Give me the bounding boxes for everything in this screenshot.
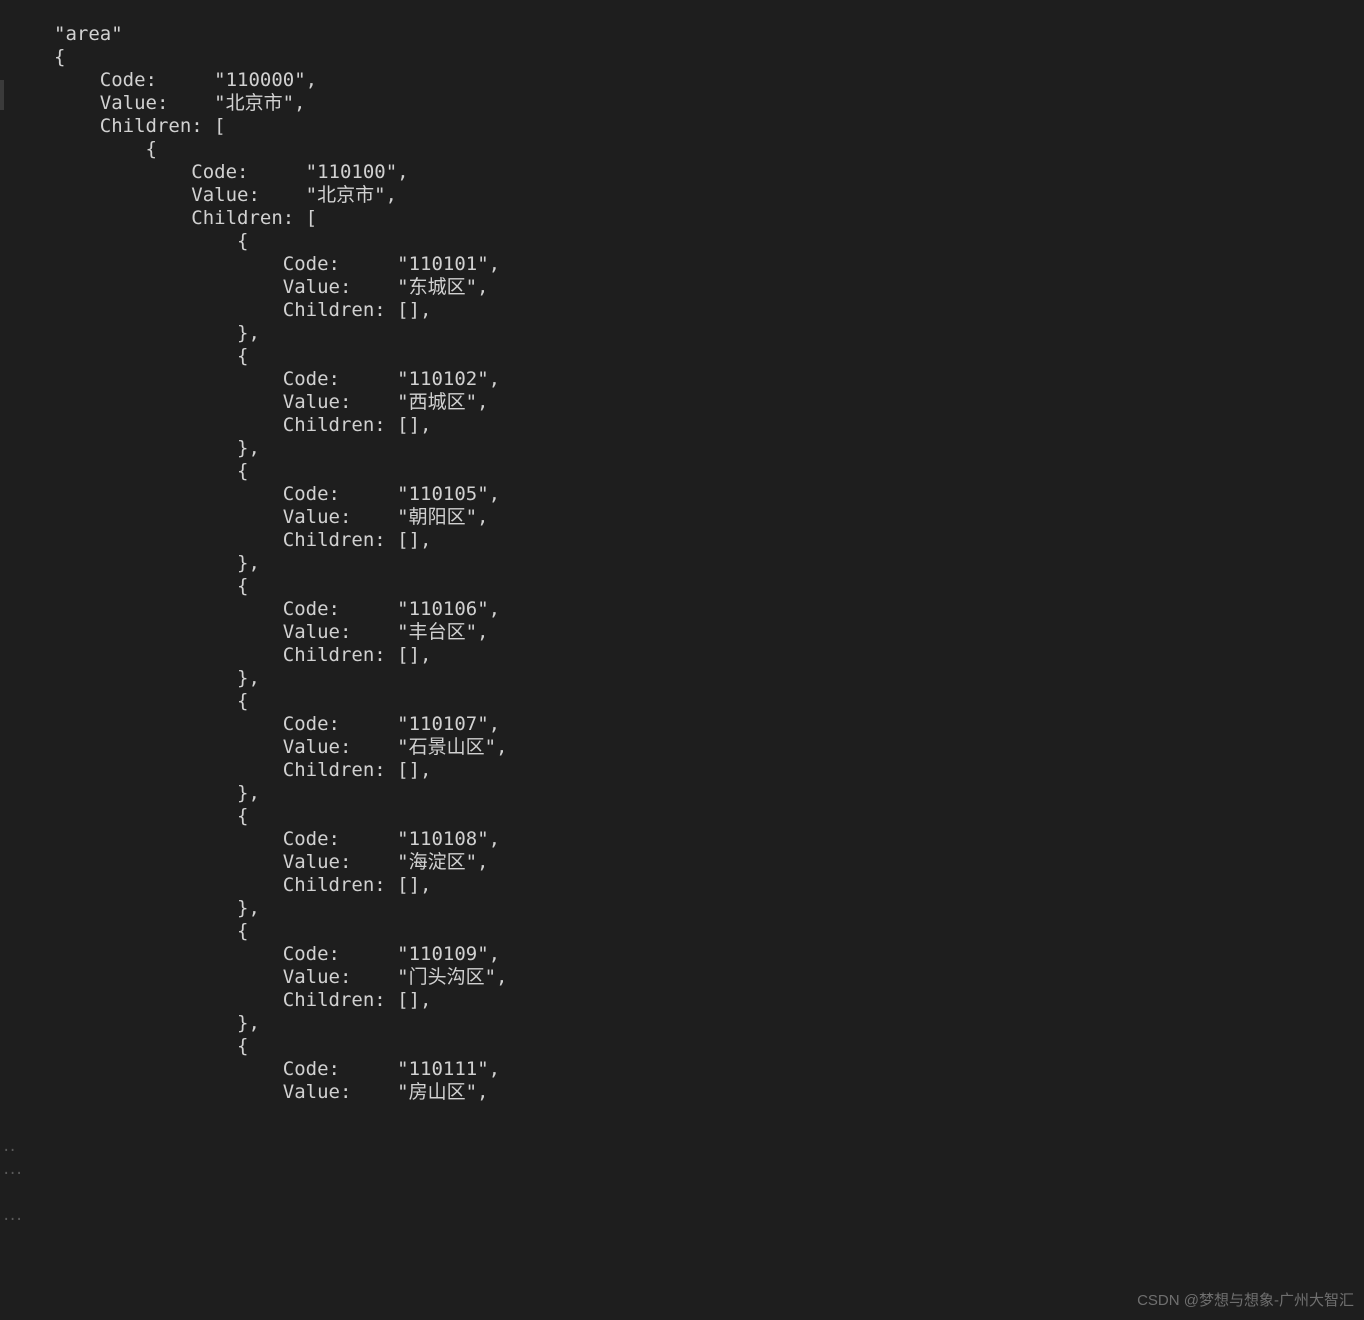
code-line: }, <box>54 897 260 919</box>
code-line: Value: "朝阳区", <box>54 506 489 528</box>
code-line: Code: "110000", <box>54 69 317 91</box>
code-line: Value: "房山区", <box>54 1081 489 1103</box>
code-line: Children: [ <box>54 115 226 137</box>
current-line-indicator <box>0 80 4 110</box>
code-line: Children: [], <box>54 644 432 666</box>
code-line: Code: "110106", <box>54 598 500 620</box>
code-line: Code: "110109", <box>54 943 500 965</box>
code-line: Children: [], <box>54 759 432 781</box>
code-line: Children: [], <box>54 414 432 436</box>
code-line: Children: [ <box>54 207 317 229</box>
editor-gutter: .. ... ... <box>0 0 20 1320</box>
code-area[interactable]: "area" { Code: "110000", Value: "北京市", C… <box>20 0 1364 1320</box>
watermark-text: CSDN @梦想与想象-广州大智汇 <box>1137 1289 1354 1312</box>
code-line: { <box>54 805 248 827</box>
gutter-fold-marker[interactable]: ... <box>2 1205 21 1228</box>
code-line: Value: "门头沟区", <box>54 966 508 988</box>
code-line: Children: [], <box>54 989 432 1011</box>
code-line: Value: "石景山区", <box>54 736 508 758</box>
code-line: { <box>54 46 65 68</box>
code-line: }, <box>54 552 260 574</box>
code-line: }, <box>54 322 260 344</box>
code-line: }, <box>54 1012 260 1034</box>
code-editor[interactable]: .. ... ... "area" { Code: "110000", Valu… <box>0 0 1364 1320</box>
code-line: { <box>54 345 248 367</box>
code-line: Code: "110108", <box>54 828 500 850</box>
code-line: Value: "西城区", <box>54 391 489 413</box>
code-line: { <box>54 230 248 252</box>
code-line: Value: "北京市", <box>54 184 397 206</box>
code-line: { <box>54 690 248 712</box>
code-line: Value: "北京市", <box>54 92 305 114</box>
code-line: Code: "110101", <box>54 253 500 275</box>
code-line: Code: "110111", <box>54 1058 500 1080</box>
code-line: { <box>54 575 248 597</box>
code-line: Value: "东城区", <box>54 276 489 298</box>
code-line: { <box>54 920 248 942</box>
code-line: Value: "海淀区", <box>54 851 489 873</box>
code-line: Children: [], <box>54 299 432 321</box>
code-line: Value: "丰台区", <box>54 621 489 643</box>
code-line: Code: "110100", <box>54 161 409 183</box>
code-line: Code: "110102", <box>54 368 500 390</box>
code-line: Code: "110107", <box>54 713 500 735</box>
code-line: { <box>54 460 248 482</box>
code-line: Children: [], <box>54 529 432 551</box>
code-line: Children: [], <box>54 874 432 896</box>
code-line: "area" <box>54 23 123 45</box>
code-line: }, <box>54 782 260 804</box>
code-line: }, <box>54 667 260 689</box>
code-line: { <box>54 1035 248 1057</box>
code-line: }, <box>54 437 260 459</box>
code-line: Code: "110105", <box>54 483 500 505</box>
gutter-fold-marker[interactable]: .. <box>2 1136 15 1159</box>
gutter-fold-marker[interactable]: ... <box>2 1159 21 1182</box>
code-line: { <box>54 138 157 160</box>
